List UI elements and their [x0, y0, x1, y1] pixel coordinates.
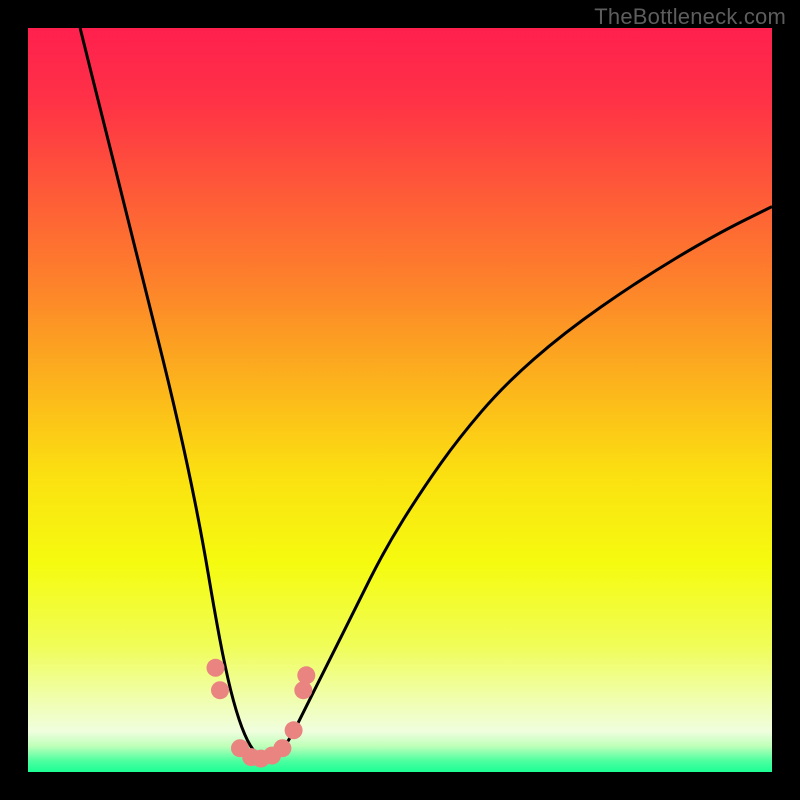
curve-marker — [207, 659, 225, 677]
curve-marker — [285, 721, 303, 739]
curve-layer — [28, 28, 772, 772]
curve-markers — [207, 659, 316, 768]
curve-marker — [297, 666, 315, 684]
watermark-label: TheBottleneck.com — [594, 4, 786, 30]
bottleneck-curve — [80, 28, 772, 757]
curve-marker — [294, 681, 312, 699]
curve-marker — [211, 681, 229, 699]
chart-frame: TheBottleneck.com — [0, 0, 800, 800]
plot-area — [28, 28, 772, 772]
curve-marker — [273, 739, 291, 757]
